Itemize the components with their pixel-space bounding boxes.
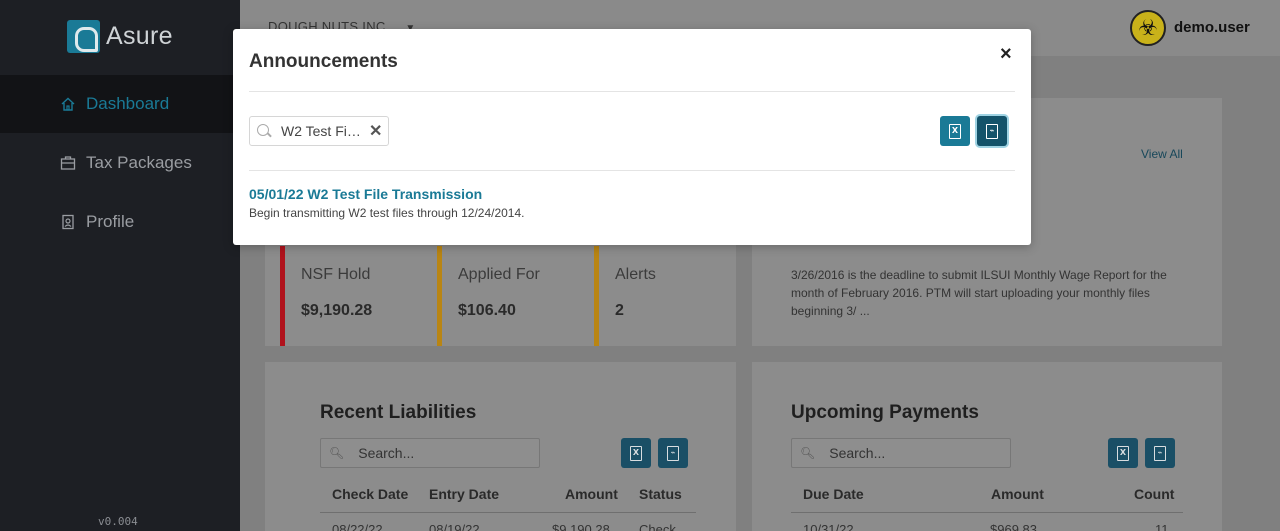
table-cell: 11 [1155,522,1169,531]
briefcase-icon [60,155,76,171]
divider [249,170,1015,171]
home-icon [60,96,76,112]
table-cell: 08/19/22 [429,522,480,531]
stat-color-bar [594,246,599,346]
sidebar-item-label: Dashboard [86,94,170,113]
divider [320,512,696,513]
table-cell: $969.83 [990,522,1037,531]
divider [791,512,1183,513]
search-icon: 🔍︎ [329,446,345,460]
close-icon[interactable]: × [1000,43,1012,66]
stat-label: NSF Hold [301,266,371,283]
table-cell: Check [639,522,676,531]
stat-label: Applied For [458,266,540,283]
export-pdf-button[interactable]: ⌁ [977,116,1007,146]
stat-alerts: Alerts 2 [594,246,735,346]
pdf-icon: ⌁ [1154,445,1166,461]
sidebar-item-profile[interactable]: Profile [0,193,240,251]
sidebar: Asure Dashboard Tax Packages Profile v0.… [0,0,240,531]
announcement-item-body: Begin transmitting W2 test files through… [249,206,525,220]
stat-value: $106.40 [458,302,516,319]
recent-liabilities-title: Recent Liabilities [320,402,477,423]
column-header[interactable]: Status [639,486,682,502]
sidebar-item-label: Tax Packages [86,153,192,172]
search-icon [257,124,269,136]
announcement-body: 3/26/2016 is the deadline to submit ILSU… [791,268,1167,318]
clear-search-icon[interactable]: ✕ [369,121,382,141]
export-excel-button[interactable]: X [621,438,651,468]
column-header[interactable]: Check Date [332,486,408,502]
modal-title: Announcements [249,51,398,72]
stat-color-bar [437,246,442,346]
pdf-icon: ⌁ [667,445,679,461]
excel-icon: X [630,445,642,461]
asure-logo[interactable]: Asure [67,20,173,53]
asure-logo-icon [67,20,100,53]
stat-label: Alerts [615,266,656,283]
search-placeholder: Search... [829,445,886,461]
sidebar-item-label: Profile [86,212,135,231]
payments-search-input[interactable]: 🔍︎ Search... [791,438,1011,468]
badge-icon [60,214,76,230]
pdf-icon: ⌁ [986,123,998,139]
column-header[interactable]: Due Date [803,486,864,502]
column-header[interactable]: Entry Date [429,486,499,502]
view-all-link[interactable]: View All [1141,147,1183,161]
divider [249,91,1015,92]
biohazard-icon[interactable]: ☣ [1130,10,1166,46]
stat-value: 2 [615,302,624,319]
stat-color-bar [280,246,285,346]
announcements-modal: Announcements × W2 Test File Transmissio… [233,29,1031,245]
excel-icon: X [949,123,961,139]
version-label: v0.004 [98,515,138,528]
column-header[interactable]: Amount [565,486,618,502]
export-pdf-button[interactable]: ⌁ [658,438,688,468]
table-cell: $9,190.28 [552,522,610,531]
table-cell: 10/31/22 [803,522,854,531]
search-placeholder: Search... [358,445,415,461]
export-excel-button[interactable]: X [1108,438,1138,468]
logo-text: Asure [106,22,173,50]
announcement-item-title[interactable]: 05/01/22 W2 Test File Transmission [249,186,482,202]
sidebar-item-tax-packages[interactable]: Tax Packages [0,134,240,192]
excel-icon: X [1117,445,1129,461]
table-cell: 08/22/22 [332,522,383,531]
sidebar-item-dashboard[interactable]: Dashboard [0,75,240,133]
username[interactable]: demo.user [1174,19,1250,36]
export-pdf-button[interactable]: ⌁ [1145,438,1175,468]
search-value: W2 Test File Transmission [281,123,363,139]
column-header[interactable]: Amount [991,486,1044,502]
liabilities-search-input[interactable]: 🔍︎ Search... [320,438,540,468]
stat-value: $9,190.28 [301,302,373,319]
export-excel-button[interactable]: X [940,116,970,146]
upcoming-payments-title: Upcoming Payments [791,402,979,423]
column-header[interactable]: Count [1134,486,1174,502]
announcement-search-input[interactable]: W2 Test File Transmission ✕ [249,116,389,146]
search-icon: 🔍︎ [800,446,816,460]
stat-nsf-hold: NSF Hold $9,190.28 [280,246,421,346]
stat-applied-for: Applied For $106.40 [437,246,578,346]
